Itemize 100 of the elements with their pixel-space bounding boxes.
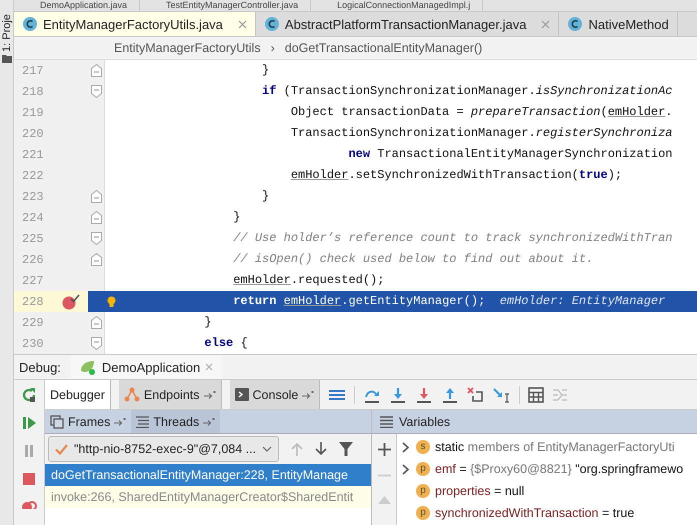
line-number: 228 xyxy=(21,294,45,308)
threads-icon xyxy=(136,416,150,428)
force-step-into-icon[interactable] xyxy=(415,386,434,402)
variable-entry[interactable]: synchronizedWithTransaction = true xyxy=(435,506,634,520)
filter-icon[interactable] xyxy=(339,442,354,456)
code-line: // Use holder’s reference count to track synchronizedWithTran xyxy=(232,230,672,247)
stack-frame-item[interactable]: doGetTransactionalEntityManager:228, EntityManage xyxy=(45,464,371,486)
code-line: } xyxy=(203,314,212,331)
file-tab[interactable]: EntityManagerFactoryUtils.java xyxy=(14,12,256,36)
line-number: 217 xyxy=(21,64,45,78)
arrow-down-icon[interactable] xyxy=(315,442,328,456)
file-tab[interactable]: DemoApplication.java xyxy=(14,0,140,11)
menu-icon[interactable] xyxy=(328,388,346,402)
stop-icon[interactable] xyxy=(21,471,37,487)
class-file-icon xyxy=(264,16,280,32)
pin-icon[interactable] xyxy=(302,390,314,398)
chevron-down-icon xyxy=(262,446,272,452)
rerun-icon[interactable] xyxy=(21,387,37,403)
code-line: // isOpen() check used below to find out about it. xyxy=(232,251,594,268)
line-number: 227 xyxy=(21,274,45,288)
tab-label: NativeMethod xyxy=(588,16,669,32)
code-line: new TransactionalEntityManagerSynchronization xyxy=(347,146,672,163)
lightbulb-icon[interactable] xyxy=(107,296,116,308)
class-file-icon xyxy=(22,16,38,32)
variable-entry[interactable]: emf = {$Proxy60@8821} "org.springframewo xyxy=(435,462,684,476)
code-editor[interactable] xyxy=(14,60,697,354)
line-number: 223 xyxy=(21,190,45,204)
file-tab[interactable]: NativeMethod xyxy=(559,12,678,36)
variable-type-badge: p xyxy=(416,462,430,476)
code-line: } xyxy=(261,62,270,79)
code-line: } xyxy=(261,188,270,205)
breakpoint-icon[interactable] xyxy=(62,294,80,310)
calculator-icon[interactable] xyxy=(528,386,544,402)
breadcrumb-item[interactable]: EntityManagerFactoryUtils xyxy=(114,41,261,55)
step-into-icon[interactable] xyxy=(389,386,408,402)
fold-marker-icon[interactable] xyxy=(91,64,102,77)
tab-label: EntityManagerFactoryUtils.java xyxy=(43,16,223,32)
leaf-icon xyxy=(78,359,97,375)
fold-marker-icon[interactable] xyxy=(91,337,102,350)
thread-dropdown[interactable]: "http-nio-8752-exec-9"@7,084 ... xyxy=(48,436,280,462)
breadcrumb-item[interactable]: doGetTransactionalEntityManager() xyxy=(284,41,482,55)
fold-marker-icon[interactable] xyxy=(91,232,102,245)
fold-marker-icon[interactable] xyxy=(91,253,102,266)
check-icon xyxy=(55,444,68,454)
code-line: return emHolder.getEntityManager(); emHolder: EntityManager xyxy=(232,293,666,310)
code-line: emHolder.requested(); xyxy=(232,272,384,289)
line-number: 220 xyxy=(21,126,45,140)
resume-icon[interactable] xyxy=(21,415,37,431)
fold-marker-icon[interactable] xyxy=(91,85,102,98)
debugger-tab[interactable]: Debugger xyxy=(45,380,111,409)
variable-entry[interactable]: static members of EntityManagerFactoryUti xyxy=(435,440,675,454)
debug-label: Debug: xyxy=(19,360,61,374)
file-tab[interactable]: TestEntityManagerController.java xyxy=(140,0,312,11)
pin-icon[interactable] xyxy=(204,390,216,398)
debugger-tab[interactable]: Endpoints xyxy=(118,380,222,409)
code-line: else { xyxy=(203,335,248,352)
add-icon[interactable] xyxy=(378,443,390,456)
run-to-cursor-icon[interactable] xyxy=(493,386,512,402)
line-number: 225 xyxy=(21,232,45,246)
frames-tab[interactable]: Threads xyxy=(131,410,220,433)
code-line: Object transactionData = prepareTransaction(emHolder. xyxy=(290,104,672,121)
code-line: TransactionSynchronizationManager.registerSynchroniza xyxy=(290,125,672,142)
pin-icon[interactable] xyxy=(114,418,126,426)
class-file-icon xyxy=(567,16,584,32)
project-tool-label[interactable]: 1: Proje xyxy=(0,0,12,52)
tab-label: AbstractPlatformTransactionManager.java xyxy=(284,16,526,32)
breakpoints-icon[interactable] xyxy=(21,499,37,509)
console-icon xyxy=(234,388,249,401)
line-number: 230 xyxy=(21,336,45,350)
fold-marker-icon[interactable] xyxy=(91,190,102,203)
drop-frame-icon[interactable] xyxy=(467,386,486,402)
variables-title: Variables xyxy=(399,414,450,428)
line-number: 226 xyxy=(21,252,45,266)
close-icon[interactable] xyxy=(205,363,214,371)
line-number: 218 xyxy=(21,84,45,98)
file-tab[interactable]: LogicalConnectionManagedImpl.j xyxy=(311,0,484,11)
variable-type-badge: s xyxy=(416,440,430,454)
line-number: 221 xyxy=(21,148,45,162)
line-number: 224 xyxy=(21,210,45,224)
variable-type-badge: p xyxy=(416,484,430,498)
code-line: } xyxy=(232,209,240,226)
line-number: 222 xyxy=(21,168,45,182)
step-out-icon[interactable] xyxy=(441,386,460,402)
breadcrumb-separator: › xyxy=(270,41,275,55)
fold-marker-icon[interactable] xyxy=(91,316,102,329)
variable-entry[interactable]: properties = null xyxy=(435,484,524,498)
fold-marker-icon[interactable] xyxy=(91,211,102,224)
line-number: 229 xyxy=(21,316,45,330)
session-tab[interactable]: DemoApplication xyxy=(70,355,222,379)
endpoints-icon xyxy=(124,387,140,402)
file-tab[interactable]: AbstractPlatformTransactionManager.java xyxy=(256,12,560,36)
line-number: 219 xyxy=(21,106,45,120)
debugger-tab[interactable]: Console xyxy=(230,380,320,409)
close-icon[interactable] xyxy=(541,20,550,28)
variables-icon xyxy=(380,416,393,428)
pin-icon[interactable] xyxy=(203,418,216,426)
code-line: if (TransactionSynchronizationManager.isSynchronizationAc xyxy=(261,83,673,100)
code-line: emHolder.setSynchronizedWithTransaction(true); xyxy=(290,167,622,184)
folder-icon xyxy=(2,54,12,63)
close-icon[interactable] xyxy=(238,20,247,28)
